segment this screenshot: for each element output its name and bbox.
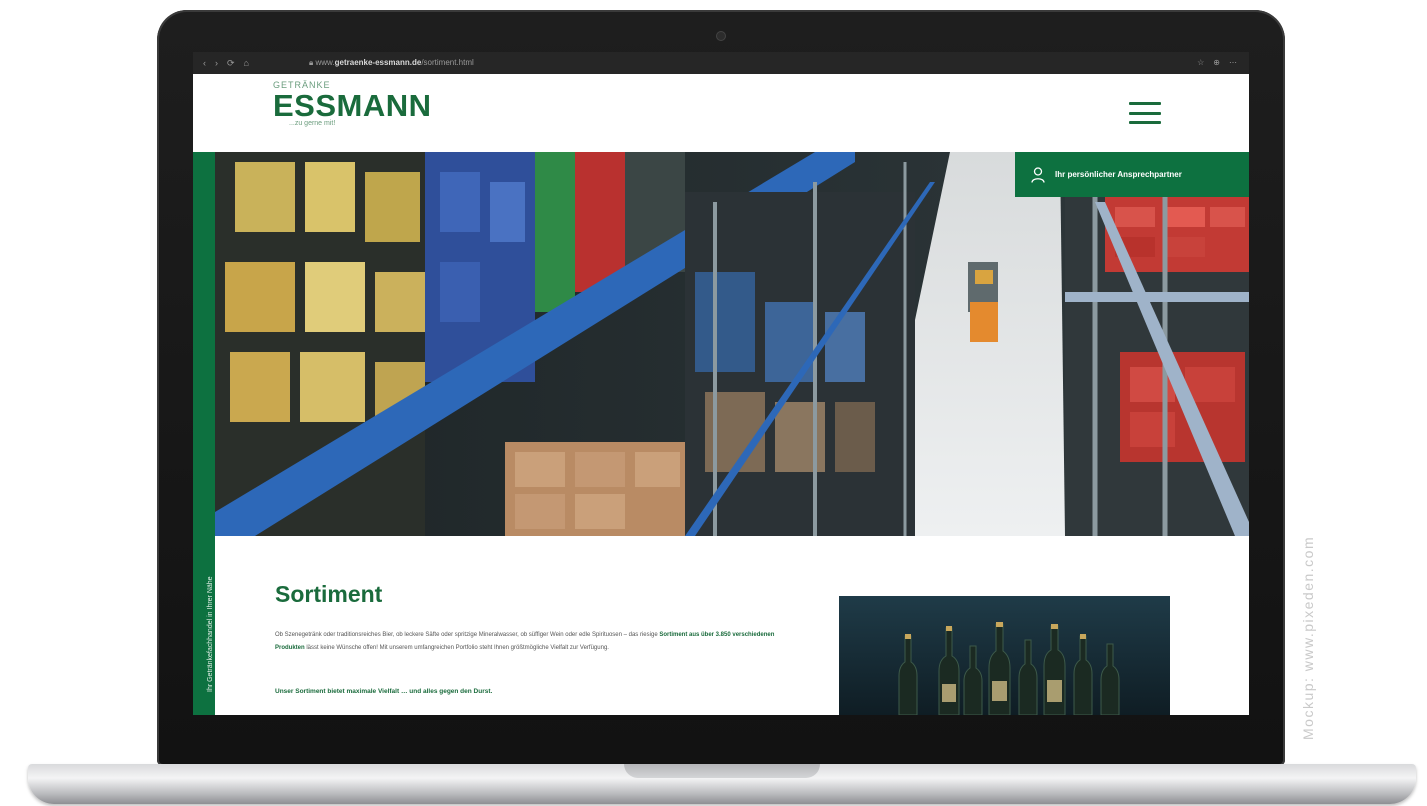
site-header: GETRÄNKE ESSMANN ...zu gerne mit! — [193, 74, 1249, 152]
lock-icon: 🔒︎ — [309, 58, 314, 67]
bookmark-icon[interactable]: ☆ — [1197, 58, 1204, 67]
section-paragraph: Ob Szenegetränk oder traditionsreiches B… — [275, 629, 795, 655]
home-icon[interactable]: ⌂ — [244, 58, 249, 68]
url-path: /sortiment.html — [421, 58, 474, 67]
hero-section: Ihr Getränkefachhandel in Ihrer Nähe Ihr… — [193, 152, 1249, 715]
extension-icon[interactable]: ⊕ — [1213, 58, 1220, 67]
side-strip-text: Ihr Getränkefachhandel in Ihrer Nähe — [207, 576, 214, 692]
contact-person-button[interactable]: Ihr persönlicher Ansprechpartner — [1015, 152, 1249, 197]
warehouse-photo — [215, 152, 1249, 536]
paragraph-text: lässt keine Wünsche offen! Mit unserem u… — [306, 645, 609, 651]
logo-tagline: ...zu gerne mit! — [289, 120, 336, 127]
section-title: Sortiment — [275, 581, 383, 607]
browser-tools: ☆ ⊕ ⋯ — [1197, 58, 1237, 67]
url-domain: getraenke-essmann.de — [334, 58, 422, 67]
logo-wordmark: ESSMANN — [273, 88, 432, 123]
contact-person-label: Ihr persönlicher Ansprechpartner — [1055, 170, 1182, 179]
laptop-base — [28, 764, 1416, 804]
hamburger-line — [1129, 102, 1161, 105]
camera-icon — [717, 32, 725, 40]
forward-icon[interactable]: › — [215, 58, 218, 68]
reload-icon[interactable]: ⟳ — [227, 58, 235, 68]
section-cta-text: Unser Sortiment bietet maximale Vielfalt… — [275, 688, 493, 695]
hamburger-line — [1129, 111, 1161, 115]
laptop-notch — [624, 764, 820, 778]
back-icon[interactable]: ‹ — [203, 58, 206, 68]
bottles-photo — [839, 596, 1170, 715]
browser-controls: ‹ › ⟳ ⌂ — [203, 58, 249, 68]
person-icon — [1031, 166, 1045, 183]
side-strip: Ihr Getränkefachhandel in Ihrer Nähe — [193, 152, 215, 715]
url-prefix: www. — [315, 58, 335, 67]
more-icon[interactable]: ⋯ — [1229, 58, 1237, 67]
watermark: Mockup: www.pixeden.com — [1300, 535, 1316, 740]
paragraph-text: Ob Szenegetränk oder traditionsreiches B… — [275, 632, 658, 638]
screen: ‹ › ⟳ ⌂ 🔒︎ www.getraenke-essmann.de/sort… — [193, 52, 1249, 715]
hamburger-icon[interactable] — [1129, 102, 1161, 124]
hamburger-line — [1129, 121, 1161, 124]
browser-toolbar: ‹ › ⟳ ⌂ 🔒︎ www.getraenke-essmann.de/sort… — [193, 52, 1249, 74]
address-bar[interactable]: 🔒︎ www.getraenke-essmann.de/sortiment.ht… — [309, 58, 474, 68]
site-logo[interactable]: GETRÄNKE ESSMANN — [273, 80, 432, 122]
content-section: Sortiment Ob Szenegetränk oder tradition… — [193, 536, 1249, 715]
